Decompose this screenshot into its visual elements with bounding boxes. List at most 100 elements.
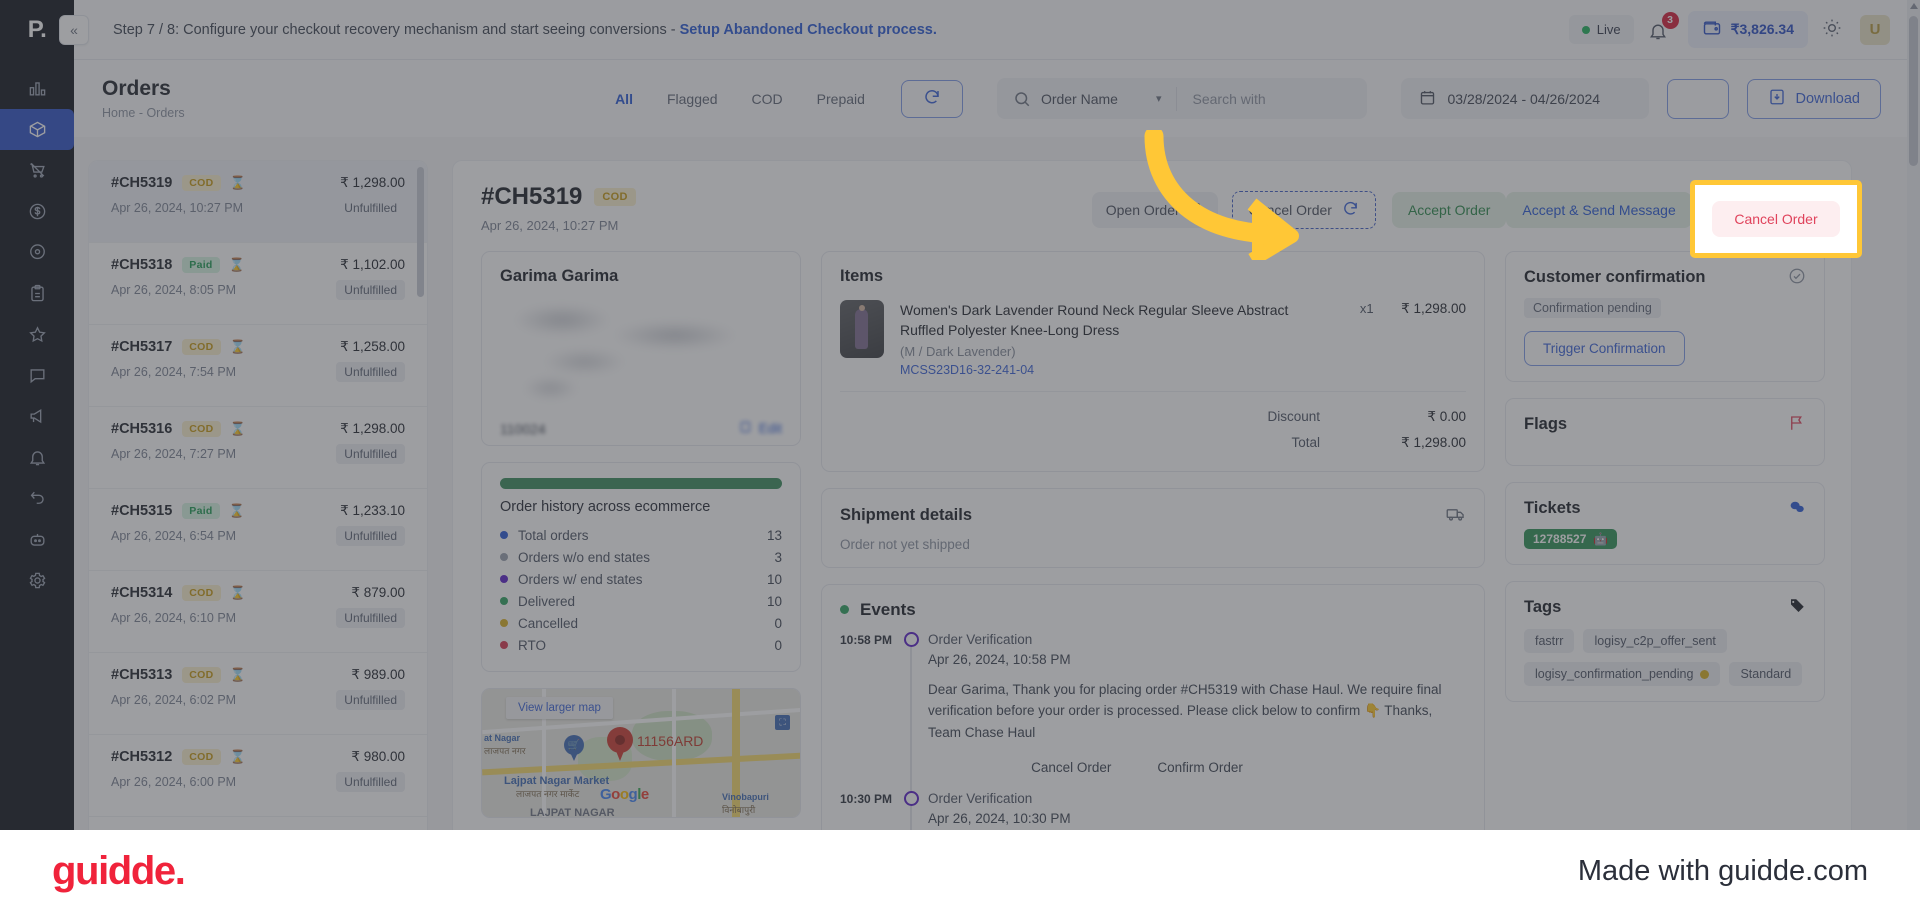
map-road-major <box>482 752 800 776</box>
sidebar-item-reviews[interactable] <box>0 314 74 355</box>
search-input[interactable] <box>1176 78 1367 119</box>
setup-abandoned-checkout-link[interactable]: Setup Abandoned Checkout process. <box>680 22 937 38</box>
status-badge: COD <box>182 585 221 601</box>
ticket-chip[interactable]: 12788527 🤖 <box>1524 529 1618 549</box>
items-card: Items Women's Dark Lavender Round Neck R… <box>821 251 1485 472</box>
legend-dot-icon <box>500 597 508 605</box>
sidebar-item-returns[interactable] <box>0 478 74 519</box>
tab-all[interactable]: All <box>615 91 633 107</box>
tag-chip[interactable]: logisy_c2p_offer_sent <box>1583 629 1727 653</box>
page-scrollbar[interactable] <box>1907 0 1920 830</box>
sidebar-item-payments[interactable] <box>0 191 74 232</box>
list-item[interactable]: #CH5315 Paid ⌛ ₹ 1,233.10 Apr 26, 2024, … <box>89 489 427 571</box>
date-range-picker[interactable]: 03/28/2024 - 04/26/2024 <box>1400 78 1649 119</box>
order-row-bottom: Apr 26, 2024, 6:10 PM Unfulfilled <box>111 608 405 628</box>
tag-chip[interactable]: Standard <box>1729 662 1803 686</box>
sun-icon <box>1822 19 1842 41</box>
events-header: Events <box>840 600 1466 620</box>
filter-button[interactable] <box>1666 78 1729 122</box>
list-item[interactable]: #CH5313 COD ⌛ ₹ 989.00 Apr 26, 2024, 6:0… <box>89 653 427 735</box>
robot-icon: 🤖 <box>1593 532 1609 546</box>
theme-toggle-button[interactable] <box>1822 18 1846 42</box>
list-item[interactable]: #CH5314 COD ⌛ ₹ 879.00 Apr 26, 2024, 6:1… <box>89 571 427 653</box>
collapse-sidebar-button[interactable]: « <box>59 14 89 45</box>
chat-bubbles-icon <box>1788 498 1806 519</box>
list-item[interactable]: #CH5319 COD ⌛ ₹ 1,298.00 Apr 26, 2024, 1… <box>89 161 427 243</box>
accept-order-button[interactable]: Accept Order <box>1391 192 1507 228</box>
tag-chip[interactable]: fastrr <box>1524 629 1575 653</box>
legend-dot-icon <box>500 575 508 583</box>
sidebar-item-campaigns[interactable] <box>0 396 74 437</box>
flag-icon <box>1788 414 1806 435</box>
bell-icon <box>28 448 47 467</box>
tab-flagged[interactable]: Flagged <box>667 91 718 107</box>
discount-row: Discount ₹ 0.00 <box>840 404 1466 430</box>
event-item: 10:30 PM Order Verification Apr 26, 2024… <box>840 791 1466 830</box>
refresh-button[interactable] <box>900 79 963 118</box>
package-icon <box>28 120 47 139</box>
open-order-button[interactable]: Open Order <box>1091 192 1218 228</box>
search-field-select[interactable]: Order Name ▾ <box>1041 91 1176 107</box>
tab-prepaid[interactable]: Prepaid <box>817 91 865 107</box>
accept-and-send-message-button[interactable]: Accept & Send Message <box>1506 192 1692 228</box>
tab-cod[interactable]: COD <box>752 91 783 107</box>
shipment-title: Shipment details <box>840 505 973 524</box>
item-sku-link[interactable]: MCSS23D16-32-241-04 <box>900 363 1324 377</box>
status-badge: Paid <box>182 257 220 273</box>
edit-label: Edit <box>758 421 782 436</box>
sidebar-item-alerts[interactable] <box>0 437 74 478</box>
trigger-confirmation-button[interactable]: Trigger Confirmation <box>1524 331 1685 366</box>
fulfillment-badge: Unfulfilled <box>336 690 405 710</box>
timeline-line <box>910 806 912 830</box>
status-badge-live: Live <box>1568 15 1634 44</box>
avatar[interactable]: U <box>1860 14 1890 45</box>
refresh-icon <box>923 88 941 109</box>
sidebar-item-abandoned-carts[interactable] <box>0 150 74 191</box>
wallet-balance-button[interactable]: ₹3,826.34 <box>1687 11 1808 48</box>
sidebar-item-reports[interactable] <box>0 273 74 314</box>
retry-refresh-icon <box>1342 200 1359 220</box>
notification-count-badge: 3 <box>1661 11 1679 29</box>
cancel-order-retry-button[interactable]: Cancel Order <box>1231 191 1376 229</box>
event-cancel-order-button[interactable]: Cancel Order <box>1031 760 1111 775</box>
sidebar-item-tracking[interactable] <box>0 232 74 273</box>
tag-label: fastrr <box>1535 634 1564 648</box>
order-history-row: Delivered 10 <box>500 590 782 612</box>
event-confirm-order-button[interactable]: Confirm Order <box>1157 760 1243 775</box>
list-item[interactable]: #CH5318 Paid ⌛ ₹ 1,102.00 Apr 26, 2024, … <box>89 243 427 325</box>
download-button[interactable]: Download <box>1746 78 1881 119</box>
order-history-value: 10 <box>766 593 782 609</box>
events-title: Events <box>860 599 916 619</box>
list-item[interactable]: #CH5317 COD ⌛ ₹ 1,258.00 Apr 26, 2024, 7… <box>89 325 427 407</box>
order-list[interactable]: #CH5319 COD ⌛ ₹ 1,298.00 Apr 26, 2024, 1… <box>88 160 428 830</box>
tag-chip[interactable]: logisy_confirmation_pending <box>1524 662 1721 686</box>
order-history-card: Order history across ecommerce Total ord… <box>481 462 801 672</box>
order-list-scrollbar-thumb[interactable] <box>417 167 424 297</box>
order-row-top: #CH5319 COD ⌛ ₹ 1,298.00 <box>111 175 405 191</box>
sidebar-item-chat[interactable] <box>0 355 74 396</box>
list-item[interactable]: #CH5311 COD ⌛ ₹ 2,088.10 <box>89 817 427 830</box>
order-row-top: #CH5315 Paid ⌛ ₹ 1,233.10 <box>111 503 405 519</box>
items-totals: Discount ₹ 0.00 Total ₹ 1,298.00 <box>840 390 1466 456</box>
delivery-location-map[interactable]: ⛶ View larger map at Nagar लाजपत नगर Laj… <box>481 688 801 818</box>
scroll-up-arrow-icon[interactable] <box>1910 3 1918 9</box>
sidebar-item-bot[interactable] <box>0 519 74 560</box>
cancel-order-button-highlighted[interactable]: Cancel Order <box>1712 201 1840 237</box>
edit-customer-button[interactable]: Edit <box>739 420 782 437</box>
list-item[interactable]: #CH5312 COD ⌛ ₹ 980.00 Apr 26, 2024, 6:0… <box>89 735 427 817</box>
highlight-cancel-order[interactable]: Cancel Order <box>1690 180 1862 258</box>
notifications-button[interactable]: 3 <box>1648 11 1679 43</box>
order-history-value: 3 <box>774 549 782 565</box>
list-item[interactable]: #CH5316 COD ⌛ ₹ 1,298.00 Apr 26, 2024, 7… <box>89 407 427 489</box>
order-history-label: Orders w/o end states <box>518 549 651 565</box>
scrollbar-thumb[interactable] <box>1909 16 1918 166</box>
map-pin-label: 11156ARD <box>637 733 704 749</box>
sidebar-item-settings[interactable] <box>0 560 74 601</box>
map-label: Vinobapuri <box>722 792 769 802</box>
view-larger-map-button[interactable]: View larger map <box>506 697 613 719</box>
total-row: Total ₹ 1,298.00 <box>840 430 1466 456</box>
fulfillment-badge: Unfulfilled <box>336 444 405 464</box>
wallet-icon <box>1702 18 1722 41</box>
sidebar-item-orders[interactable] <box>0 109 74 150</box>
sidebar-item-analytics[interactable] <box>0 68 74 109</box>
